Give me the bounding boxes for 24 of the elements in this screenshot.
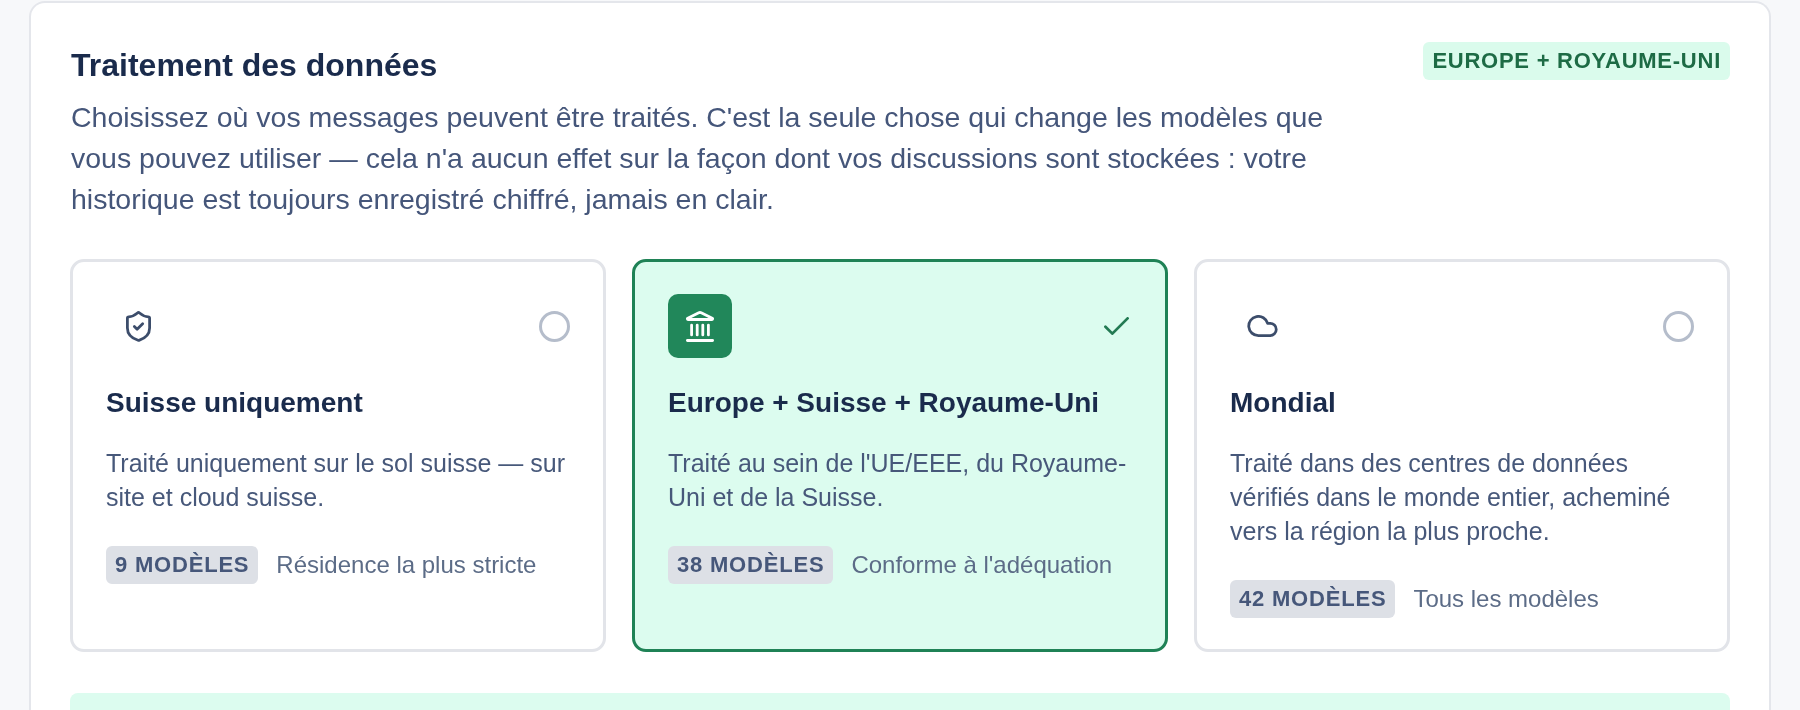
region-option-card[interactable]: Europe + Suisse + Royaume-Uni Traité au sein de l'UE/EEE, du Royaume-Uni et de la Suisse. 38 MODÈLES Conforme à l'adéquation [632,259,1168,652]
model-count-tag: 38 MODÈLES [668,546,834,584]
model-count-tag: 9 MODÈLES [106,546,259,584]
section-description: Choisissez où vos messages peuvent être traités. C'est la seule chose qui change les modèles que vous pouvez utiliser — cela n'a aucun effet sur la façon dont vos discussions sont stockées : votre historique est toujours enregistré chiffré, jamais en clair. [71,100,1325,217]
radio-icon [1663,310,1694,342]
region-option-card[interactable]: Suisse uniquement Traité uniquement sur le sol suisse — sur site et cloud suisse. 9 MODÈLES Résidence la plus stricte [70,259,606,652]
shield-check-icon [125,310,151,342]
option-title: Europe + Suisse + Royaume-Uni [668,386,1101,420]
radio-icon [539,310,570,342]
option-note: Résidence la plus stricte [276,550,537,580]
option-description: Traité au sein de l'UE/EEE, du Royaume-Uni et de la Suisse. [668,448,1128,513]
option-description: Traité dans des centres de données vérifiés dans le monde entier, acheminé vers la région la plus proche. [1230,448,1672,547]
region-option-card[interactable]: Mondial Traité dans des centres de données vérifiés dans le monde entier, acheminé vers la région la plus proche. 42 MODÈLES Tous les modèles [1194,259,1730,652]
bank-icon [668,294,732,358]
option-title: Suisse uniquement [106,386,364,420]
check-icon [1104,317,1129,335]
section-title: Traitement des données [71,46,438,85]
option-note: Conforme à l'adéquation [851,550,1113,580]
model-count-tag: 42 MODÈLES [1230,580,1396,618]
option-title: Mondial [1230,386,1337,420]
option-description: Traité uniquement sur le sol suisse — sur site et cloud suisse. [106,448,566,513]
cloud-icon [1246,315,1278,337]
region-badge: EUROPE + ROYAUME-UNI [1423,42,1730,80]
option-note: Tous les modèles [1413,584,1599,614]
